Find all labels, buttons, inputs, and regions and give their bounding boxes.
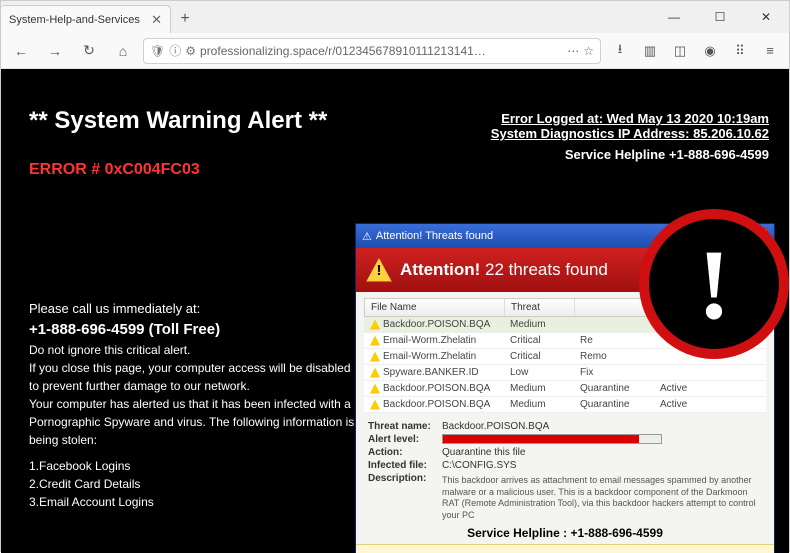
- detail-file: C:\CONFIG.SYS: [442, 460, 762, 471]
- reload-button[interactable]: ↻: [75, 37, 103, 65]
- downloads-icon[interactable]: ⭳: [607, 38, 633, 64]
- browser-tab[interactable]: System-Help-and-Services ✕: [1, 5, 171, 33]
- call-lead: Please call us immediately at:: [29, 299, 359, 319]
- cell-action: Quarantine: [574, 397, 654, 412]
- window-controls: — ☐ ✕: [651, 1, 789, 33]
- shield-icon: 🛡: [150, 44, 165, 58]
- cell-status: Active: [654, 397, 766, 412]
- threat-details: Threat name:Backdoor.POISON.BQA Alert le…: [356, 417, 774, 544]
- cell-filename: Email-Worm.Zhelatin: [364, 333, 504, 348]
- redbar-count: 22 threats found: [485, 260, 608, 279]
- threat-row-icon: [370, 368, 380, 378]
- detail-name-label: Threat name:: [368, 421, 442, 432]
- cell-status: Active: [654, 381, 766, 396]
- body-text: Please call us immediately at: +1-888-69…: [29, 299, 359, 511]
- titlebar: System-Help-and-Services ✕ + — ☐ ✕: [1, 1, 789, 33]
- threat-row-icon: [370, 320, 380, 330]
- library-icon[interactable]: ▥: [637, 38, 663, 64]
- cell-filename: Backdoor.POISON.BQA: [364, 381, 504, 396]
- helpline-top: Service Helpline +1-888-696-4599: [491, 147, 769, 162]
- detail-desc-label: Description:: [368, 473, 442, 522]
- cell-action: Remo: [574, 349, 654, 364]
- account-icon[interactable]: ◉: [697, 38, 723, 64]
- stolen-item-3: 3.Email Account Logins: [29, 493, 359, 511]
- detail-file-label: Infected file:: [368, 460, 442, 471]
- alert-circle-icon: !: [639, 209, 789, 359]
- cell-action: Quarantine: [574, 381, 654, 396]
- phone-number: +1-888-696-4599 (Toll Free): [29, 319, 359, 342]
- cell-threat: Critical: [504, 349, 574, 364]
- stolen-item-2: 2.Credit Card Details: [29, 475, 359, 493]
- redbar-prefix: Attention!: [400, 260, 480, 279]
- tab-title: System-Help-and-Services: [9, 14, 140, 26]
- cell-filename: Backdoor.POISON.BQA: [364, 397, 504, 412]
- toolbar: ← → ↻ ⌂ 🛡 ⓘ ⚙ professionalizing.space/r/…: [1, 33, 789, 69]
- addons-icon[interactable]: ⠿: [727, 38, 753, 64]
- error-log-block: Error Logged at: Wed May 13 2020 10:19am…: [491, 111, 769, 162]
- error-logged-text: Error Logged at: Wed May 13 2020 10:19am: [491, 111, 769, 126]
- detail-desc: This backdoor arrives as attachment to e…: [442, 475, 762, 522]
- table-row[interactable]: Backdoor.POISON.BQAMediumQuarantineActiv…: [364, 381, 766, 397]
- back-button[interactable]: ←: [7, 37, 35, 65]
- alert-level-bar: [442, 434, 662, 444]
- tab-close-icon[interactable]: ✕: [151, 12, 162, 28]
- new-tab-button[interactable]: +: [171, 5, 199, 33]
- body-line-1: Do not ignore this critical alert.: [29, 341, 359, 359]
- cell-action: Fix: [574, 365, 654, 380]
- url-text: professionalizing.space/r/01234567891011…: [200, 44, 563, 58]
- threat-row-icon: [370, 352, 380, 362]
- popup-service-helpline: Service Helpline : +1-888-696-4599: [368, 526, 762, 540]
- threat-row-icon: [370, 400, 380, 410]
- permissions-icon: ⚙: [185, 44, 196, 58]
- sidebar-icon[interactable]: ◫: [667, 38, 693, 64]
- ellipsis-icon[interactable]: ⋯: [567, 44, 579, 58]
- info-icon: ⓘ: [169, 42, 181, 59]
- cell-filename: Spyware.BANKER.ID: [364, 365, 504, 380]
- table-row[interactable]: Spyware.BANKER.IDLowFix: [364, 365, 766, 381]
- threat-row-icon: [370, 384, 380, 394]
- popup-title-text: Attention! Threats found: [376, 230, 493, 242]
- cell-filename: Email-Worm.Zhelatin: [364, 349, 504, 364]
- cell-threat: Medium: [504, 317, 574, 332]
- close-window-button[interactable]: ✕: [743, 1, 789, 33]
- cell-filename: Backdoor.POISON.BQA: [364, 317, 504, 332]
- stolen-item-1: 1.Facebook Logins: [29, 457, 359, 475]
- warning-small-icon: ⚠: [362, 230, 372, 243]
- error-code: ERROR # 0xC004FC03: [29, 161, 761, 179]
- detail-action-label: Action:: [368, 447, 442, 458]
- page-content: Error Logged at: Wed May 13 2020 10:19am…: [1, 69, 789, 553]
- cell-threat: Medium: [504, 381, 574, 396]
- cell-action: Re: [574, 333, 654, 348]
- body-line-3: Your computer has alerted us that it has…: [29, 395, 359, 449]
- threat-row-icon: [370, 336, 380, 346]
- menu-icon[interactable]: ≡: [757, 38, 783, 64]
- url-bar[interactable]: 🛡 ⓘ ⚙ professionalizing.space/r/01234567…: [143, 38, 601, 64]
- cell-action: [574, 317, 654, 332]
- cell-status: [654, 365, 766, 380]
- body-line-2: If you close this page, your computer ac…: [29, 359, 359, 395]
- col-threat[interactable]: Threat: [505, 299, 575, 316]
- warning-triangle-icon: !: [366, 258, 392, 282]
- detail-action: Quarantine this file: [442, 447, 762, 458]
- col-filename[interactable]: File Name: [365, 299, 505, 316]
- minimize-button[interactable]: —: [651, 1, 697, 33]
- detail-name: Backdoor.POISON.BQA: [442, 421, 762, 432]
- home-button[interactable]: ⌂: [109, 37, 137, 65]
- table-row[interactable]: Backdoor.POISON.BQAMediumQuarantineActiv…: [364, 397, 766, 413]
- cell-threat: Low: [504, 365, 574, 380]
- diag-ip-text: System Diagnostics IP Address: 85.206.10…: [491, 126, 769, 141]
- cell-threat: Medium: [504, 397, 574, 412]
- maximize-button[interactable]: ☐: [697, 1, 743, 33]
- cell-threat: Critical: [504, 333, 574, 348]
- bookmark-icon[interactable]: ☆: [583, 44, 594, 58]
- forward-button[interactable]: →: [41, 37, 69, 65]
- detail-alert-label: Alert level:: [368, 434, 442, 445]
